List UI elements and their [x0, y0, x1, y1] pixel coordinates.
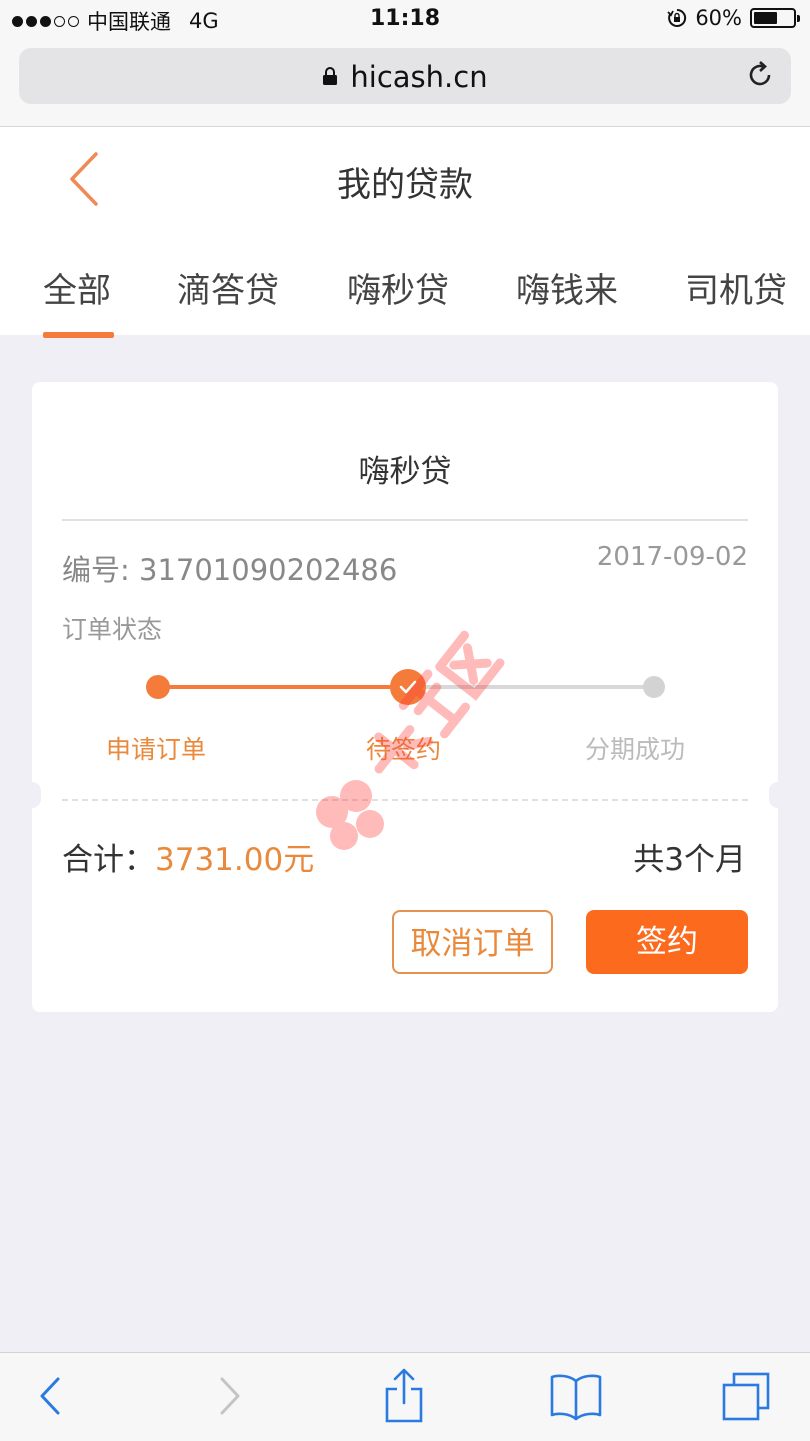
- loan-product-name: 嗨秒贷: [358, 454, 452, 490]
- sign-button[interactable]: 签约: [586, 910, 748, 974]
- progress-line-done: [157, 685, 407, 689]
- loan-card: 嗨秒贷 编号: 31701090202486 2017-09-02 订单状态 申…: [23, 382, 787, 1012]
- bookmarks-icon[interactable]: [549, 1371, 603, 1421]
- browser-forward-icon[interactable]: [214, 1371, 246, 1421]
- dashed-divider: [62, 799, 748, 801]
- total-value: 3731.00元: [155, 842, 315, 878]
- order-number: 编号: 31701090202486: [62, 553, 398, 587]
- address-bar[interactable]: hicash.cn: [19, 48, 791, 104]
- progress-line-pending: [407, 685, 653, 689]
- step-label-installment: 分期成功: [585, 735, 686, 764]
- url-text: hicash.cn: [350, 60, 488, 94]
- order-date: 2017-09-02: [596, 542, 748, 572]
- browser-back-icon[interactable]: [34, 1371, 66, 1421]
- loan-term: 共3个月: [633, 842, 746, 878]
- step-node-apply: [146, 675, 170, 699]
- card-divider: [62, 519, 748, 521]
- reload-icon[interactable]: [745, 60, 775, 90]
- step-label-apply: 申请订单: [106, 735, 207, 764]
- check-icon: [399, 680, 417, 694]
- tab-all[interactable]: 全部: [43, 263, 111, 312]
- lock-icon: [323, 67, 338, 85]
- tab-didadai[interactable]: 滴答贷: [177, 263, 279, 312]
- tab-haiqianlai[interactable]: 嗨钱来: [516, 263, 618, 312]
- url-display[interactable]: hicash.cn: [19, 60, 791, 94]
- step-label-sign: 待签约: [366, 735, 442, 764]
- tab-haimiaodai[interactable]: 嗨秒贷: [347, 263, 449, 312]
- status-right: 60%: [667, 6, 800, 30]
- total-label: 合计：: [62, 842, 155, 878]
- card-notch-left: [23, 782, 41, 808]
- browser-toolbar: [0, 1352, 810, 1441]
- rotation-lock-icon: [667, 8, 687, 27]
- page-header: 我的贷款 全部 滴答贷 嗨秒贷 嗨钱来 司机贷: [0, 127, 810, 338]
- step-node-sign: [390, 669, 426, 705]
- active-tab-indicator: [43, 332, 114, 338]
- total-amount: 合计：3731.00元: [62, 834, 314, 879]
- order-status-label: 订单状态: [62, 615, 163, 644]
- browser-address-area: hicash.cn: [0, 40, 810, 127]
- battery-icon: [750, 8, 800, 28]
- page-title: 我的贷款: [337, 165, 473, 205]
- status-bar: 中国联通 4G 11:18 60%: [0, 0, 810, 40]
- share-icon[interactable]: [383, 1367, 425, 1423]
- card-notch-right: [769, 782, 787, 808]
- step-node-installment: [643, 676, 665, 698]
- cancel-order-button[interactable]: 取消订单: [392, 910, 553, 974]
- loan-tabs: 全部 滴答贷 嗨秒贷 嗨钱来 司机贷: [0, 255, 810, 338]
- order-progress: 申请订单 待签约 分期成功: [32, 662, 778, 764]
- tabs-icon[interactable]: [720, 1371, 772, 1423]
- battery-percent: 60%: [695, 6, 742, 30]
- tab-sijidai[interactable]: 司机贷: [685, 263, 787, 312]
